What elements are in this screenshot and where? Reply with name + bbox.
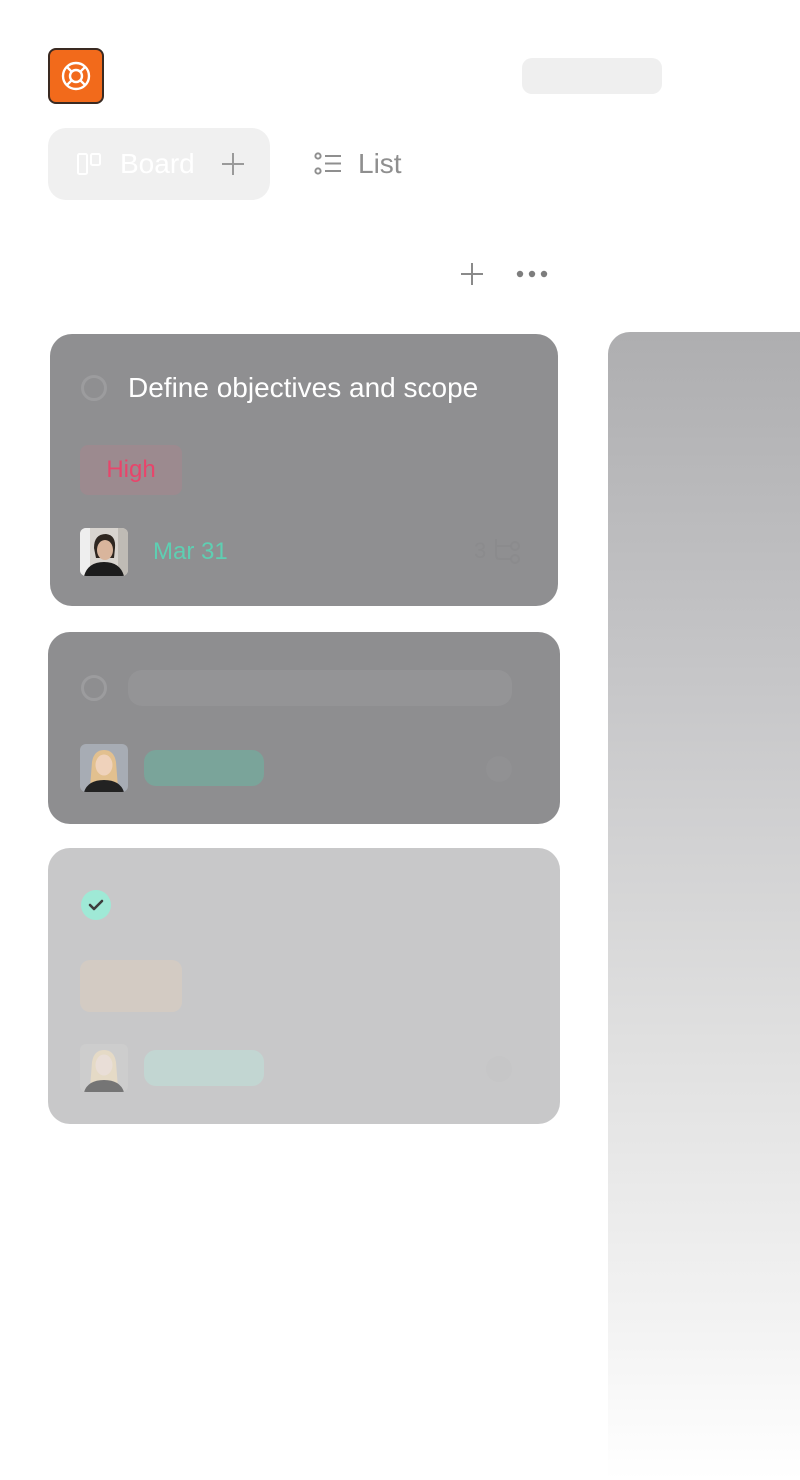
tab-board-label: Board [120, 148, 195, 179]
add-task-button[interactable] [456, 256, 488, 292]
plus-icon [461, 263, 483, 285]
tab-list-label: List [358, 148, 402, 179]
app-logo[interactable] [48, 48, 104, 104]
header-placeholder [522, 58, 662, 94]
lifebuoy-icon [61, 61, 91, 91]
tab-board[interactable]: Board [48, 128, 270, 200]
avatar-image [80, 744, 128, 792]
task-card[interactable]: Define objectives and scope High Mar 31 … [50, 334, 558, 606]
subtask-placeholder [486, 1056, 512, 1082]
tab-list[interactable]: List [314, 148, 402, 180]
subtask-count: 3 [474, 537, 522, 565]
priority-label: High [106, 456, 156, 483]
date-placeholder [144, 750, 264, 786]
subtasks-icon [495, 539, 521, 564]
view-tabs: Board List [48, 128, 402, 200]
date-placeholder [144, 1050, 264, 1086]
avatar-image [80, 528, 128, 576]
more-horizontal-icon [516, 270, 548, 278]
assignee-avatar[interactable] [80, 744, 128, 792]
board-icon [77, 153, 101, 175]
task-card[interactable] [48, 848, 560, 1124]
column-actions [456, 256, 548, 292]
task-card[interactable] [48, 632, 560, 824]
assignee-avatar[interactable] [80, 528, 128, 576]
subtask-count-value: 3 [474, 538, 487, 563]
list-icon [314, 152, 341, 175]
priority-badge: High [80, 445, 182, 495]
check-icon [88, 899, 104, 911]
task-complete-checkbox[interactable] [81, 375, 107, 401]
subtask-placeholder [486, 756, 512, 782]
task-title: Define objectives and scope [128, 372, 479, 403]
task-complete-checkbox[interactable] [81, 890, 111, 920]
avatar-image [80, 1044, 128, 1092]
assignee-avatar[interactable] [80, 1044, 128, 1092]
priority-placeholder [80, 960, 182, 1012]
due-date: Mar 31 [153, 538, 228, 565]
task-complete-checkbox[interactable] [81, 675, 107, 701]
column-more-button[interactable] [516, 256, 548, 292]
next-column [608, 332, 800, 1480]
plus-icon[interactable] [221, 152, 245, 176]
title-placeholder [128, 670, 512, 706]
